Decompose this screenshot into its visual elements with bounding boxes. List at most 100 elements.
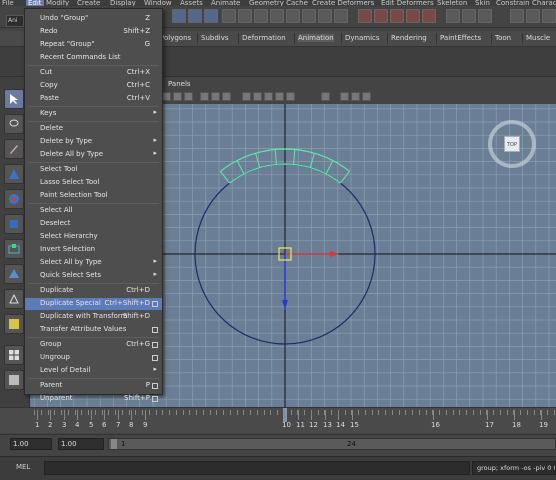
select-deformations-icon[interactable] [286,9,300,23]
layout-four-icon[interactable] [4,345,24,365]
menu-item-level-of-detail[interactable]: Level of Detail ▸ [25,365,162,377]
menu-item-select-all-by-type[interactable]: Select All by Type ▸ [25,257,162,269]
snap-point-icon[interactable] [390,9,404,23]
ipr-render-icon[interactable] [478,9,492,23]
menu-item-quick-select-sets[interactable]: Quick Select Sets ▸ [25,270,162,282]
option-box-icon[interactable] [152,327,158,333]
select-tool-icon[interactable] [4,89,24,109]
paint-select-icon[interactable] [4,139,24,159]
select-dynamics-icon[interactable] [302,9,316,23]
soft-mod-icon[interactable] [4,264,24,284]
mel-label[interactable]: MEL [16,463,30,471]
menu-item-unparent[interactable]: Unparent Shift+P [25,393,162,405]
menu-item-recent-commands-list[interactable]: Recent Commands List [25,52,162,64]
select-joints-icon[interactable] [238,9,252,23]
select-object-icon[interactable] [188,9,202,23]
menu-item-duplicate[interactable]: Duplicate Ctrl+D [25,285,162,297]
snap-plane-icon[interactable] [406,9,420,23]
bookmark-icon[interactable] [162,92,171,101]
render-icon[interactable] [462,9,476,23]
mode-selector[interactable]: Ani [6,15,24,27]
sidebar-toggle-icon[interactable] [542,9,556,23]
select-component-icon[interactable] [204,9,218,23]
shelf-tab-muscle[interactable]: Muscle [526,34,550,42]
shelf-tab-deformation[interactable]: Deformation [242,34,286,42]
range-start-field[interactable]: 1.00 [58,438,104,450]
shelf-tab-rendering[interactable]: Rendering [391,34,427,42]
shelf-tab-painteffects[interactable]: PaintEffects [440,34,481,42]
menu-item-duplicate-special[interactable]: Duplicate Special Ctrl+Shift+D [25,298,162,310]
textured-icon[interactable] [264,92,273,101]
option-box-icon[interactable] [152,301,158,307]
wireframe-icon[interactable] [242,92,251,101]
xray-joints-icon[interactable] [351,92,360,101]
option-box-icon[interactable] [152,383,158,389]
menu-item-deselect[interactable]: Deselect [25,218,162,230]
viewcube[interactable]: TOP [488,120,536,168]
menu-item-select-hierarchy[interactable]: Select Hierarchy [25,231,162,243]
layout-single-icon[interactable] [4,314,24,334]
menu-item-undo-group[interactable]: Undo "Group" Z [25,13,162,25]
manip-icon[interactable] [4,239,24,259]
lasso-tool-icon[interactable] [4,114,24,134]
menu-item-cut[interactable]: Cut Ctrl+X [25,67,162,79]
shelf-tab-polygons[interactable]: Polygons [160,34,191,42]
menu-item-delete-all-by-type[interactable]: Delete All by Type ▸ [25,149,162,161]
menu-item-redo[interactable]: Redo Shift+Z [25,26,162,38]
two-d-pan-icon[interactable] [184,92,193,101]
shelf-tab-dynamics[interactable]: Dynamics [345,34,380,42]
menu-item-transfer-attribute-values[interactable]: Transfer Attribute Values [25,324,162,336]
menu-item-delete[interactable]: Delete [25,123,162,135]
render-settings-icon[interactable] [510,9,524,23]
lights-icon[interactable] [275,92,284,101]
menu-item-parent[interactable]: Parent P [25,380,162,392]
menu-item-paint-selection-tool[interactable]: Paint Selection Tool [25,190,162,202]
xray-components-icon[interactable] [362,92,371,101]
time-slider[interactable]: 1 2 3 4 5 6 7 8 9 10 11 12 13 14 15 16 17 18 19 [0,407,556,433]
select-surfaces-icon[interactable] [270,9,284,23]
select-misc-icon[interactable] [334,9,348,23]
grid-toggle-icon[interactable] [200,92,209,101]
menu-item-delete-by-type[interactable]: Delete by Type ▸ [25,136,162,148]
rotate-tool-icon[interactable] [4,189,24,209]
menu-item-ungroup[interactable]: Ungroup [25,352,162,364]
menu-item-keys[interactable]: Keys ▸ [25,108,162,120]
hypershade-icon[interactable] [526,9,540,23]
menu-item-lasso-select-tool[interactable]: Lasso Select Tool [25,177,162,189]
option-box-icon[interactable] [152,342,158,348]
shelf-tab-subdivs[interactable]: Subdivs [201,34,229,42]
panel-menu-panels[interactable]: Panels [168,80,191,88]
menu-item-group[interactable]: Group Ctrl+G [25,339,162,351]
image-plane-icon[interactable] [173,92,182,101]
menu-item-invert-selection[interactable]: Invert Selection [25,244,162,256]
menu-item-select-tool[interactable]: Select Tool [25,164,162,176]
film-gate-icon[interactable] [211,92,220,101]
menu-item-repeat-group[interactable]: Repeat "Group" G [25,39,162,51]
shelf-tab-animation[interactable]: Animation [298,34,334,42]
shelf-tab-toon[interactable]: Toon [495,34,511,42]
menu-item-select-all[interactable]: Select All [25,205,162,217]
isolate-select-icon[interactable] [321,92,330,101]
command-input[interactable] [44,461,470,475]
snap-curve-icon[interactable] [374,9,388,23]
make-live-icon[interactable] [422,9,436,23]
viewcube-top-face[interactable]: TOP [504,136,520,152]
option-box-icon[interactable] [152,396,158,402]
select-rendering-icon[interactable] [318,9,332,23]
select-curves-icon[interactable] [254,9,268,23]
range-bar[interactable]: 1 24 [108,438,556,450]
history-icon[interactable] [446,9,460,23]
select-hierarchy-icon[interactable] [172,9,186,23]
select-handles-icon[interactable] [222,9,236,23]
xray-icon[interactable] [340,92,349,101]
start-time-field[interactable]: 1.00 [10,438,52,450]
menu-item-paste[interactable]: Paste Ctrl+V [25,93,162,105]
smooth-shade-icon[interactable] [253,92,262,101]
menu-item-copy[interactable]: Copy Ctrl+C [25,80,162,92]
option-box-icon[interactable] [152,355,158,361]
snap-grid-icon[interactable] [358,9,372,23]
menu-item-duplicate-with-transform[interactable]: Duplicate with Transform Shift+D [25,311,162,323]
shadows-icon[interactable] [286,92,295,101]
range-start-handle[interactable] [111,439,117,449]
outliner-icon[interactable] [4,370,24,390]
